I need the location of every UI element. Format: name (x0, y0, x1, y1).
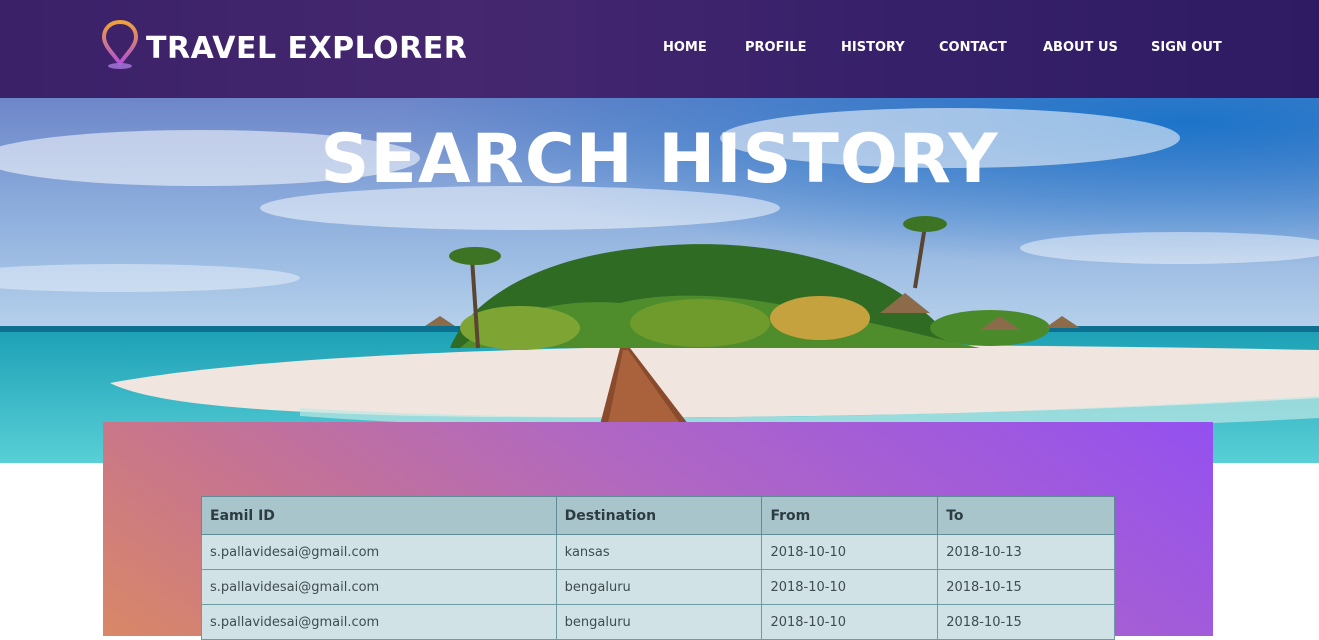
cell-destination: kansas (555, 534, 763, 570)
page-title: SEARCH HISTORY (320, 120, 999, 199)
column-header-email: Eamil ID (201, 496, 557, 535)
search-history-table: Eamil ID Destination From To s.pallavide… (201, 496, 1115, 640)
column-header-to: To (937, 496, 1115, 535)
nav-contact[interactable]: CONTACT (939, 40, 1007, 55)
cell-from: 2018-10-10 (761, 569, 939, 605)
column-header-destination: Destination (555, 496, 763, 535)
nav-about-us[interactable]: ABOUT US (1043, 40, 1118, 55)
table-row: s.pallavidesai@gmail.com kansas 2018-10-… (201, 534, 1115, 570)
nav-history[interactable]: HISTORY (841, 40, 905, 55)
table-header-row: Eamil ID Destination From To (201, 496, 1115, 535)
cell-to: 2018-10-15 (937, 604, 1115, 640)
cell-to: 2018-10-15 (937, 569, 1115, 605)
cell-email: s.pallavidesai@gmail.com (201, 569, 557, 605)
nav-profile[interactable]: PROFILE (745, 40, 806, 55)
cell-from: 2018-10-10 (761, 534, 939, 570)
hero-banner: SEARCH HISTORY (0, 98, 1319, 463)
table-row: s.pallavidesai@gmail.com bengaluru 2018-… (201, 569, 1115, 605)
cell-email: s.pallavidesai@gmail.com (201, 534, 557, 570)
column-header-from: From (761, 496, 939, 535)
cell-email: s.pallavidesai@gmail.com (201, 604, 557, 640)
cell-from: 2018-10-10 (761, 604, 939, 640)
cell-destination: bengaluru (555, 604, 763, 640)
nav-sign-out[interactable]: SIGN OUT (1151, 40, 1222, 55)
nav-home[interactable]: HOME (663, 40, 707, 55)
cell-destination: bengaluru (555, 569, 763, 605)
cell-to: 2018-10-13 (937, 534, 1115, 570)
table-row: s.pallavidesai@gmail.com bengaluru 2018-… (201, 604, 1115, 640)
main-nav: HOME PROFILE HISTORY CONTACT ABOUT US SI… (0, 40, 1319, 60)
site-header: TRAVEL EXPLORER HOME PROFILE HISTORY CON… (0, 0, 1319, 98)
